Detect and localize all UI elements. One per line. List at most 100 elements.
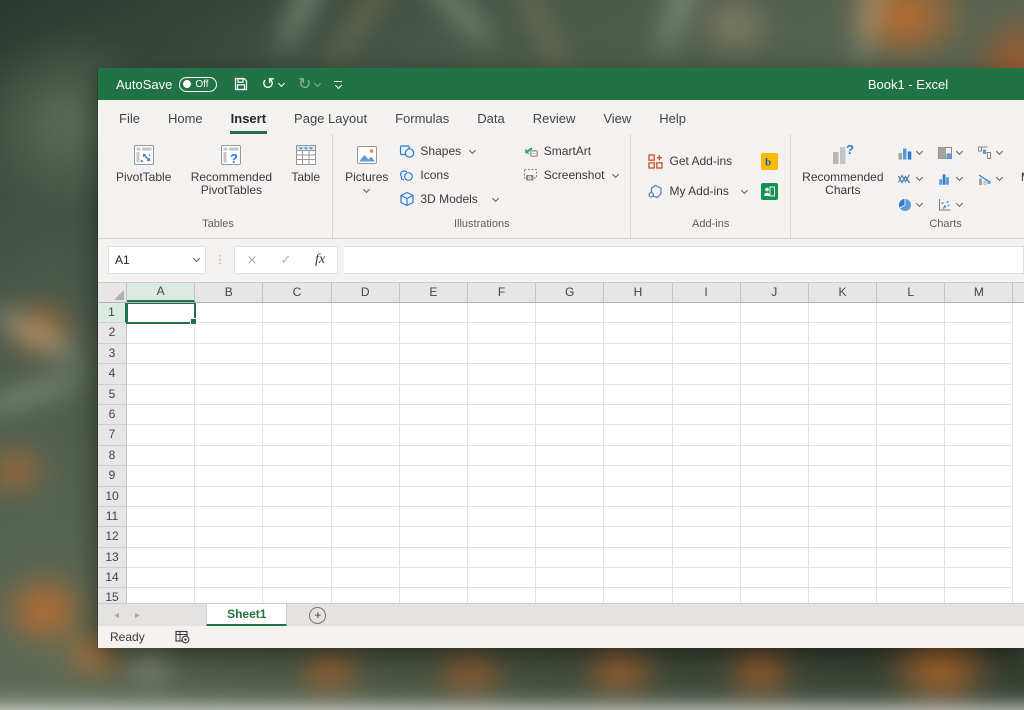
row-header-5[interactable]: 5 [98,385,127,405]
column-header-H[interactable]: H [604,283,672,302]
insert-pie-chart-button[interactable] [890,192,930,218]
get-addins-button[interactable]: Get Add-ins [643,151,751,172]
cell-H2[interactable] [604,323,672,343]
column-header-I[interactable]: I [673,283,741,302]
cell-H5[interactable] [604,385,672,405]
cell-I14[interactable] [673,568,741,588]
cell-H1[interactable] [604,303,672,323]
tab-insert[interactable]: Insert [217,100,280,134]
cell-B15[interactable] [195,588,263,603]
cell-E9[interactable] [400,466,468,486]
cell-M8[interactable] [945,446,1013,466]
cell-L2[interactable] [877,323,945,343]
cell-F1[interactable] [468,303,536,323]
cell-M13[interactable] [945,548,1013,568]
cell-B5[interactable] [195,385,263,405]
cell-I11[interactable] [673,507,741,527]
cell-C6[interactable] [263,405,331,425]
cell-B10[interactable] [195,487,263,507]
cell-J7[interactable] [741,425,809,445]
cell-J4[interactable] [741,364,809,384]
cell-E3[interactable] [400,344,468,364]
cell-H13[interactable] [604,548,672,568]
cell-M4[interactable] [945,364,1013,384]
cell-A10[interactable] [127,487,195,507]
cell-D2[interactable] [332,323,400,343]
cell-E2[interactable] [400,323,468,343]
name-box[interactable]: A1 [108,246,206,274]
cell-A8[interactable] [127,446,195,466]
cell-G4[interactable] [536,364,604,384]
column-header-J[interactable]: J [741,283,809,302]
cell-D3[interactable] [332,344,400,364]
cell-A5[interactable] [127,385,195,405]
insert-waterfall-chart-button[interactable] [970,140,1010,166]
cell-B8[interactable] [195,446,263,466]
bing-maps-addin-button[interactable]: b [761,153,778,170]
cell-H15[interactable] [604,588,672,603]
column-header-L[interactable]: L [877,283,945,302]
formula-bar-drag-dots-icon[interactable]: ⋮ [206,246,234,274]
cell-M12[interactable] [945,527,1013,547]
cell-F7[interactable] [468,425,536,445]
tab-review[interactable]: Review [519,100,590,134]
new-sheet-button[interactable]: + [309,607,326,624]
cell-K9[interactable] [809,466,877,486]
cell-L6[interactable] [877,405,945,425]
column-header-B[interactable]: B [195,283,263,302]
column-header-F[interactable]: F [468,283,536,302]
cell-C14[interactable] [263,568,331,588]
table-button[interactable]: Table [286,137,325,218]
insert-line-chart-button[interactable] [890,166,930,192]
cell-M10[interactable] [945,487,1013,507]
row-header-3[interactable]: 3 [98,344,127,364]
cell-G15[interactable] [536,588,604,603]
save-button[interactable] [233,76,249,92]
cell-B2[interactable] [195,323,263,343]
cell-E10[interactable] [400,487,468,507]
smartart-button[interactable]: SmartArt [519,141,624,161]
tab-view[interactable]: View [589,100,645,134]
cell-J15[interactable] [741,588,809,603]
row-header-1[interactable]: 1 [98,303,127,323]
cell-J11[interactable] [741,507,809,527]
people-graph-addin-button[interactable] [761,183,778,200]
cell-L1[interactable] [877,303,945,323]
column-header-G[interactable]: G [536,283,604,302]
insert-hierarchy-chart-button[interactable] [930,140,970,166]
cell-F4[interactable] [468,364,536,384]
my-addins-button[interactable]: My Add-ins [643,181,751,202]
cell-D1[interactable] [332,303,400,323]
cell-F9[interactable] [468,466,536,486]
row-header-13[interactable]: 13 [98,548,127,568]
enter-button[interactable]: ✓ [269,253,303,268]
cell-C5[interactable] [263,385,331,405]
cell-E5[interactable] [400,385,468,405]
cell-B7[interactable] [195,425,263,445]
cell-D6[interactable] [332,405,400,425]
cell-L7[interactable] [877,425,945,445]
cell-F8[interactable] [468,446,536,466]
cell-I15[interactable] [673,588,741,603]
row-header-11[interactable]: 11 [98,507,127,527]
cell-D14[interactable] [332,568,400,588]
cell-D5[interactable] [332,385,400,405]
row-header-10[interactable]: 10 [98,487,127,507]
tab-file[interactable]: File [105,100,154,134]
sheet-tab-sheet1[interactable]: Sheet1 [206,604,287,626]
cell-M6[interactable] [945,405,1013,425]
cell-L8[interactable] [877,446,945,466]
sheet-nav-right-button[interactable]: ▸ [135,610,140,621]
cell-K8[interactable] [809,446,877,466]
maps-button[interactable]: Maps [1016,137,1024,218]
column-header-D[interactable]: D [332,283,400,302]
cell-G12[interactable] [536,527,604,547]
redo-button[interactable]: ↻ [298,76,321,92]
insert-combo-chart-button[interactable] [970,166,1010,192]
cell-D13[interactable] [332,548,400,568]
cell-G7[interactable] [536,425,604,445]
cell-F10[interactable] [468,487,536,507]
cell-I1[interactable] [673,303,741,323]
cell-L3[interactable] [877,344,945,364]
cell-A1[interactable] [127,303,195,323]
